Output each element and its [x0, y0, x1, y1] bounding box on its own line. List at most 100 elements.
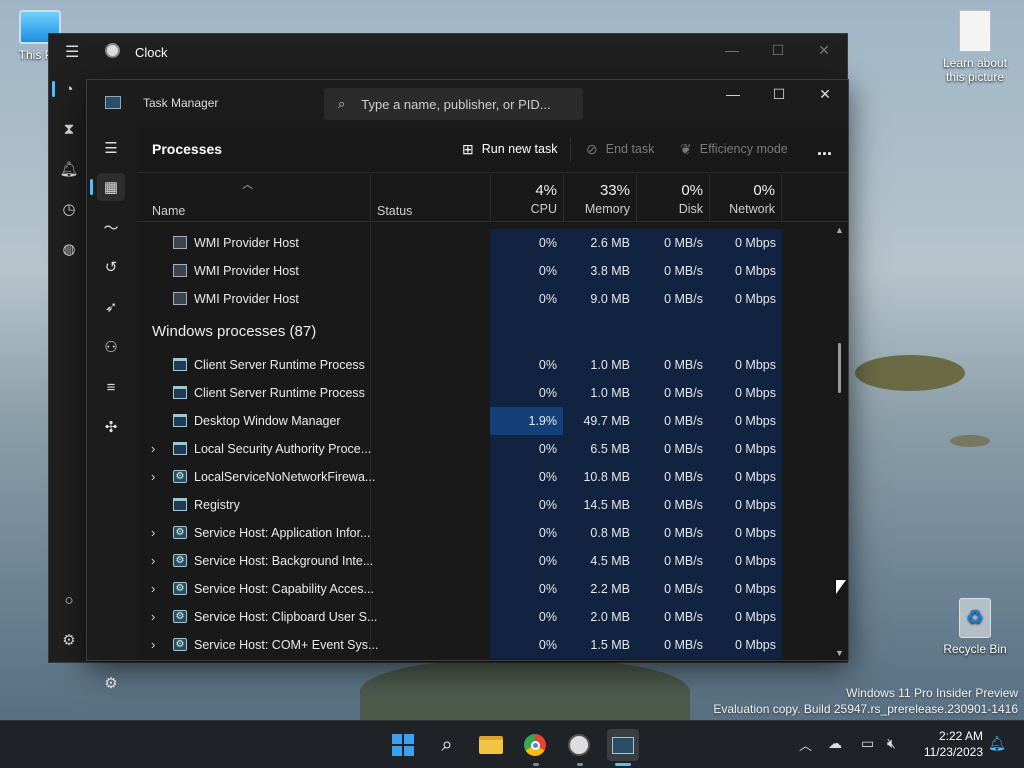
windows-start-icon[interactable] — [387, 729, 419, 761]
expand-chevron-icon[interactable]: › — [151, 575, 155, 603]
expand-chevron-icon[interactable]: › — [151, 547, 155, 575]
group-header-windows-processes[interactable]: Windows processes (87) — [152, 323, 316, 340]
volume-muted-icon[interactable]: 🔇︎ — [887, 735, 896, 752]
run-new-task-button[interactable]: ⊞ Run new task — [462, 141, 557, 158]
efficiency-mode-button[interactable]: ❦ Efficiency mode — [680, 141, 788, 158]
expand-chevron-icon[interactable]: › — [151, 603, 155, 631]
process-row[interactable]: WMI Provider Host 0% 2.6 MB 0 MB/s 0 Mbps — [137, 229, 832, 257]
process-row[interactable]: Desktop Window Manager 1.9% 49.7 MB 0 MB/s 0… — [137, 407, 832, 435]
process-row[interactable]: › ⚙ Service Host: Background Inte... 0% 4.5 … — [137, 547, 832, 575]
nav-performance-icon[interactable]: 〜 — [97, 213, 125, 241]
timer-icon[interactable]: ⧗ — [57, 117, 81, 141]
sort-up-icon[interactable]: ︿ — [242, 176, 253, 192]
world-clock-icon[interactable]: ◍ — [57, 237, 81, 261]
hamburger-menu-icon[interactable]: ☰ — [65, 42, 79, 62]
expand-chevron-icon[interactable]: › — [151, 631, 155, 659]
nav-settings-icon[interactable]: ⚙ — [97, 669, 125, 697]
nav-startup-apps-icon[interactable]: ➶ — [97, 293, 125, 321]
tm-close-button[interactable]: ✕ — [802, 80, 848, 108]
process-row[interactable]: › ⚙ Service Host: Capability Acces... 0% 2.2… — [137, 575, 832, 603]
disk-cell: 0 MB/s — [636, 491, 709, 519]
search-icon[interactable]: ⌕ — [431, 729, 463, 761]
process-row[interactable]: › ⚙ Service Host: Clipboard User S... 0% 2.0… — [137, 603, 832, 631]
nav-processes-icon[interactable]: ▦ — [97, 173, 125, 201]
expand-chevron-icon[interactable]: › — [151, 463, 155, 491]
nav-details-icon[interactable]: ≡ — [97, 373, 125, 401]
process-row[interactable]: › ⚙ Service Host: COM+ Event Sys... 0% 1.5 M… — [137, 631, 832, 659]
clock-maximize-button[interactable]: ☐ — [755, 34, 801, 66]
process-row[interactable]: Registry 0% 14.5 MB 0 MB/s 0 Mbps — [137, 491, 832, 519]
disk-label: Disk — [678, 202, 703, 216]
memory-cell: 9.0 MB — [563, 285, 636, 313]
nav-users-icon[interactable]: ⚇ — [97, 333, 125, 361]
network-icon[interactable]: ▭ — [861, 735, 874, 752]
scroll-up-arrow-icon[interactable]: ▲ — [835, 225, 844, 235]
clock-close-button[interactable]: ✕ — [801, 34, 847, 66]
process-row[interactable]: Client Server Runtime Process 0% 1.0 MB 0 M… — [137, 351, 832, 379]
scroll-down-arrow-icon[interactable]: ▼ — [835, 648, 844, 658]
process-row[interactable]: WMI Provider Host 0% 3.8 MB 0 MB/s 0 Mbps — [137, 257, 832, 285]
process-row[interactable]: WMI Provider Host 0% 9.0 MB 0 MB/s 0 Mbps — [137, 285, 832, 313]
alarm-icon[interactable]: 🔔︎ — [57, 157, 81, 181]
clock-minimize-button[interactable]: — — [709, 34, 755, 66]
disk-cell: 0 MB/s — [636, 257, 709, 285]
clock-area[interactable]: 2:22 AM 11/23/2023 — [915, 728, 983, 760]
task-manager-icon[interactable] — [607, 729, 639, 761]
cpu-cell: 0% — [490, 257, 563, 285]
scroll-thumb[interactable] — [838, 343, 841, 393]
memory-cell: 2.6 MB — [563, 229, 636, 257]
nav-services-icon[interactable]: ✣ — [97, 413, 125, 441]
file-explorer-icon[interactable] — [475, 729, 507, 761]
more-icon: ... — [817, 138, 833, 159]
network-cell: 0 Mbps — [709, 351, 782, 379]
network-total: 0% — [753, 182, 775, 199]
process-name: LocalServiceNoNetworkFirewa... — [194, 470, 376, 484]
notification-bell-icon[interactable]: 🔔︎ — [988, 735, 1006, 752]
memory-cell: 2.2 MB — [563, 575, 636, 603]
clock-titlebar: ☰ Clock — ☐ ✕ — [49, 34, 847, 70]
search-input[interactable]: ⌕ Type a name, publisher, or PID... — [324, 88, 583, 120]
process-name: Service Host: Application Infor... — [194, 526, 371, 540]
memory-cell: 1.0 MB — [563, 351, 636, 379]
disk-cell: 0 MB/s — [636, 631, 709, 659]
expand-chevron-icon[interactable]: › — [151, 519, 155, 547]
process-row[interactable]: Client Server Runtime Process 0% 1.0 MB 0 M… — [137, 379, 832, 407]
tm-minimize-button[interactable]: — — [710, 80, 756, 108]
account-icon[interactable]: ○ — [57, 588, 81, 612]
stopwatch-icon[interactable]: ◷ — [57, 197, 81, 221]
clock-app-icon[interactable] — [563, 729, 595, 761]
memory-cell — [563, 313, 636, 351]
cpu-cell: 0% — [490, 603, 563, 631]
expand-chevron-icon[interactable]: › — [151, 435, 155, 463]
efficiency-mode-label: Efficiency mode — [699, 142, 788, 156]
disk-cell: 0 MB/s — [636, 407, 709, 435]
disk-cell: 0 MB/s — [636, 575, 709, 603]
show-hidden-icons-chevron-icon[interactable]: ︿ — [799, 735, 812, 754]
desktop-icon-recycle-bin[interactable]: ♻ Recycle Bin — [935, 598, 1015, 656]
focus-sessions-icon[interactable]: ◔ — [57, 77, 81, 101]
vertical-scrollbar[interactable]: ▲ ▼ — [832, 223, 848, 660]
process-row[interactable]: › ⚙ Service Host: Application Infor... 0% 0.… — [137, 519, 832, 547]
clock-sidebar: ◔ ⧗ 🔔︎ ◷ ◍ ○ ⚙ — [49, 70, 87, 662]
column-header-status[interactable]: Status — [370, 174, 490, 222]
column-header-disk[interactable]: 0% Disk — [636, 174, 709, 222]
column-header-network[interactable]: 0% Network — [709, 174, 782, 222]
end-task-button[interactable]: ⊘ End task — [586, 141, 654, 158]
windows-watermark-line2: Evaluation copy. Build 25947.rs_prerelea… — [713, 702, 1018, 716]
clock-settings-icon[interactable]: ⚙ — [57, 628, 81, 652]
column-header-name[interactable]: Name — [152, 204, 185, 218]
group-row: Windows processes (87) — [137, 313, 832, 351]
running-indicator — [577, 763, 583, 766]
onedrive-icon[interactable]: ☁ — [828, 735, 842, 752]
column-header-memory[interactable]: 33% Memory — [563, 174, 636, 222]
chrome-icon[interactable] — [519, 729, 551, 761]
process-row[interactable]: › Local Security Authority Proce... 0% 6.5 … — [137, 435, 832, 463]
memory-label: Memory — [584, 202, 630, 216]
process-row[interactable]: › ⚙ LocalServiceNoNetworkFirewa... 0% 10.8 M… — [137, 463, 832, 491]
more-options-button[interactable]: ... — [817, 139, 832, 160]
nav-app-history-icon[interactable]: ↺ — [97, 253, 125, 281]
tm-maximize-button[interactable]: ☐ — [756, 80, 802, 108]
nav-menu-icon[interactable]: ☰ — [97, 134, 125, 162]
column-header-cpu[interactable]: 4% CPU — [490, 174, 563, 222]
desktop-icon-learn-about-picture[interactable]: Learn about this picture — [935, 10, 1015, 84]
